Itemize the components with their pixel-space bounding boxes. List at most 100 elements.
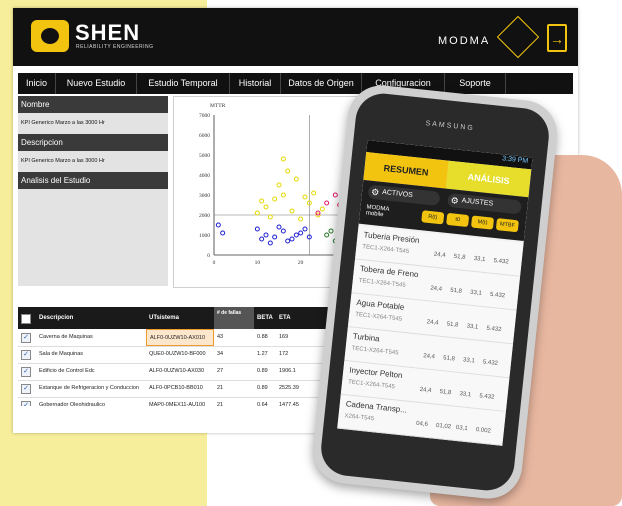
nav-inicio[interactable]: Inicio <box>18 73 56 94</box>
nav-soporte[interactable]: Soporte <box>445 73 506 94</box>
cube-icon <box>496 15 540 59</box>
asset-value: 24,4 <box>422 353 436 361</box>
cell-utsistema[interactable]: ALF0-0PCB10-BB010 <box>146 380 214 397</box>
logo-text: SHEN <box>75 20 141 45</box>
row-checkbox[interactable]: ✓ <box>21 350 31 360</box>
asset-title: Cadena Transp... <box>345 399 408 415</box>
cell-descripcion: Sala de Maquinas <box>39 351 84 357</box>
nav-estudio-temporal[interactable]: Estudio Temporal <box>137 73 230 94</box>
asset-value: 51,8 <box>453 253 466 261</box>
asset-title: Turbina <box>352 331 381 344</box>
data-point <box>276 182 282 188</box>
nav-datos-origen[interactable]: Datos de Origen <box>281 73 362 94</box>
x-tick-label: 20 <box>298 260 304 266</box>
x-tick-label: 10 <box>255 260 261 266</box>
y-axis-label: MTTR <box>210 103 226 109</box>
row-checkbox[interactable]: ✓ <box>21 333 31 343</box>
phone-screen: 3:39 PM RESUMEN ANÁLISIS ⚙ ACTIVOS ⚙ AJU… <box>337 140 533 446</box>
data-point <box>311 190 317 196</box>
header-fallas[interactable]: # de fallas <box>214 307 254 329</box>
phone-brand: SAMSUNG <box>425 120 476 133</box>
table-row[interactable]: ✓ Estanque de Refrigeracion y Conduccion A… <box>18 380 353 398</box>
cell-descripcion: Caverna de Maquinas <box>39 334 93 340</box>
asset-value: 33,1 <box>459 391 472 399</box>
nav-historial[interactable]: Historial <box>230 73 281 94</box>
data-point <box>215 222 221 228</box>
y-tick-label: 5000 <box>199 153 210 159</box>
data-point <box>319 206 325 212</box>
cell-beta: 0.88 <box>257 334 268 340</box>
cell-fallas: 27 <box>217 368 224 374</box>
asset-value: 33,1 <box>466 323 479 331</box>
analisis-label[interactable]: Analisis del Estudio <box>18 172 168 189</box>
asset-value: 24,4 <box>430 285 443 293</box>
asset-value: 33,1 <box>473 255 486 264</box>
row-checkbox[interactable]: ✓ <box>21 367 31 377</box>
data-point <box>289 236 295 242</box>
data-point <box>267 214 273 220</box>
metric-chip[interactable]: R(t) <box>421 210 445 225</box>
metric-chip[interactable]: M(t) <box>470 215 495 230</box>
table-row[interactable]: ✓ Sala de Maquinas QUE0-0UZW10-BF000 34 1.27… <box>18 346 353 364</box>
data-point <box>263 232 269 238</box>
data-point <box>280 228 286 234</box>
data-point <box>259 236 265 242</box>
cell-fallas: 43 <box>217 334 224 340</box>
table-row[interactable]: ✓ Caverna de Maquinas ALF0-0UZW10-AX010 43 0… <box>18 329 353 347</box>
asset-title: Inyector Pelton <box>348 365 403 381</box>
data-point <box>280 156 286 162</box>
cell-descripcion: Estanque de Refrigeracion y Conduccion <box>39 385 139 391</box>
asset-code: X264-T545 <box>344 413 375 423</box>
ajustes-button[interactable]: ⚙ AJUSTES <box>446 192 523 215</box>
cell-fallas: 21 <box>217 385 224 391</box>
exit-icon[interactable]: → <box>547 24 567 52</box>
data-point <box>272 196 278 202</box>
asset-value: 33,1 <box>462 357 475 365</box>
nav-nuevo-estudio[interactable]: Nuevo Estudio <box>56 73 137 94</box>
select-all-checkbox[interactable] <box>18 307 36 329</box>
row-checkbox[interactable]: ✓ <box>21 384 31 394</box>
activos-button[interactable]: ⚙ ACTIVOS <box>367 184 441 206</box>
asset-code: TEC1-X264-T545 <box>361 244 410 256</box>
data-point <box>272 234 278 240</box>
asset-value: 5.432 <box>482 359 499 367</box>
data-point <box>267 240 273 246</box>
shen-logo-icon <box>31 20 69 52</box>
status-time: 3:39 PM <box>501 155 529 166</box>
cell-utsistema[interactable]: QUE0-0UZW10-BF000 <box>146 346 214 363</box>
asset-value: 5.432 <box>479 393 495 401</box>
modma-label: MODMA <box>438 35 491 47</box>
data-point <box>298 216 304 222</box>
gear-icon: ⚙ <box>450 195 460 206</box>
asset-value: 03,1 <box>455 424 468 433</box>
header-beta[interactable]: BETA <box>254 307 276 329</box>
data-point <box>324 232 330 238</box>
y-tick-label: 3000 <box>199 193 210 199</box>
activos-label: ACTIVOS <box>381 188 414 200</box>
cell-utsistema[interactable]: ALF0-0UZW10-AX010 <box>146 329 214 346</box>
asset-value: 24,4 <box>419 386 432 395</box>
data-point <box>259 198 265 204</box>
data-point <box>298 230 304 236</box>
cell-utsistema[interactable]: ALF0-0UZW10-AX030 <box>146 363 214 380</box>
asset-title: Tobera de Freno <box>359 264 419 280</box>
asset-code: TEC1-X264-T545 <box>358 277 406 289</box>
gear-icon: ⚙ <box>370 186 380 198</box>
main-nav: Inicio Nuevo Estudio Estudio Temporal Hi… <box>18 73 573 94</box>
header-utsistema[interactable]: UTsistema <box>146 307 214 329</box>
asset-value: 51,8 <box>446 321 459 329</box>
table-row[interactable]: ✓ Edificio de Control Edc ALF0-0UZW10-AX03… <box>18 363 353 381</box>
metric-chip[interactable]: MTBF <box>495 218 519 233</box>
data-point <box>328 228 334 234</box>
asset-value: 04,6 <box>415 420 429 428</box>
asset-value: 5.432 <box>493 257 509 266</box>
asset-title: Agua Potable <box>356 297 405 312</box>
metric-chip[interactable]: t0 <box>446 212 470 228</box>
data-point <box>332 192 338 198</box>
y-tick-label: 6000 <box>199 133 210 139</box>
app-header: SHEN RELIABILITY ENGINEERING MODMA → <box>13 8 578 66</box>
cell-fallas: 34 <box>217 351 224 357</box>
cell-beta: 1.27 <box>257 351 268 357</box>
header-descripcion[interactable]: Descripcion <box>36 307 146 329</box>
y-tick-label: 4000 <box>199 173 210 179</box>
